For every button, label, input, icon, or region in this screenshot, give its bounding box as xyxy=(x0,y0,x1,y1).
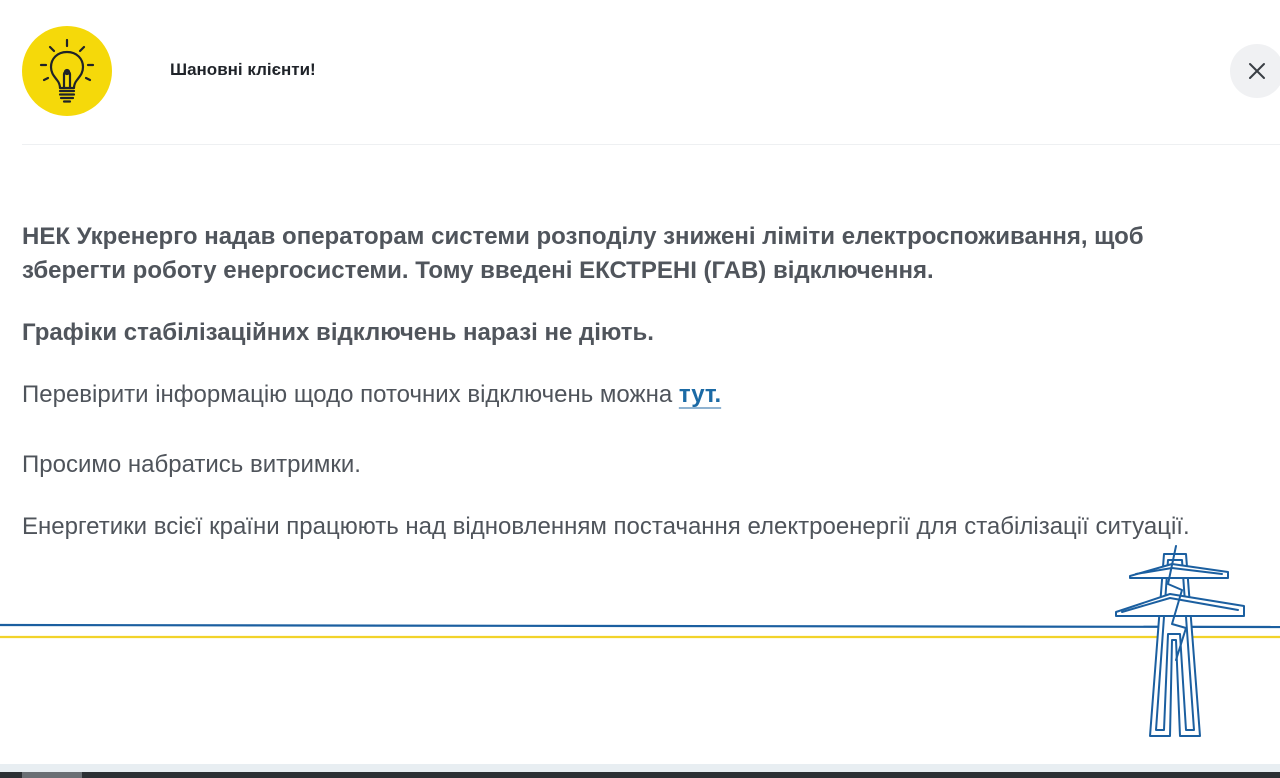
check-info-text: Перевірити інформацію щодо поточних відк… xyxy=(22,378,1252,412)
bottom-bar-chip xyxy=(22,772,82,778)
close-button[interactable] xyxy=(1230,44,1280,98)
schedules-notice: Графіки стабілізаційних відключень нараз… xyxy=(22,319,654,346)
lightbulb-badge xyxy=(22,26,112,116)
blue-power-line xyxy=(0,623,1280,629)
limits-notice: НЕК Укренерго надав операторам системи р… xyxy=(22,223,1144,284)
bottom-bar xyxy=(0,772,1280,778)
modal-header: Шановні клієнти! xyxy=(22,26,1280,118)
restoration-text: Енергетики всієї країни працюють над від… xyxy=(22,513,1190,540)
current-outages-link[interactable]: тут. xyxy=(679,381,721,408)
close-icon xyxy=(1249,63,1265,79)
check-info-prefix: Перевірити інформацію щодо поточних відк… xyxy=(22,381,679,408)
power-pylon-icon xyxy=(1115,545,1245,737)
announcement-modal: Шановні клієнти! НЕК Укренерго надав опе… xyxy=(0,0,1280,764)
header-divider xyxy=(22,144,1280,145)
power-lines-decoration xyxy=(0,545,1280,737)
patience-text: Просимо набратись витримки. xyxy=(22,451,361,478)
lightbulb-icon xyxy=(39,38,95,103)
modal-title: Шановні клієнти! xyxy=(170,60,316,79)
